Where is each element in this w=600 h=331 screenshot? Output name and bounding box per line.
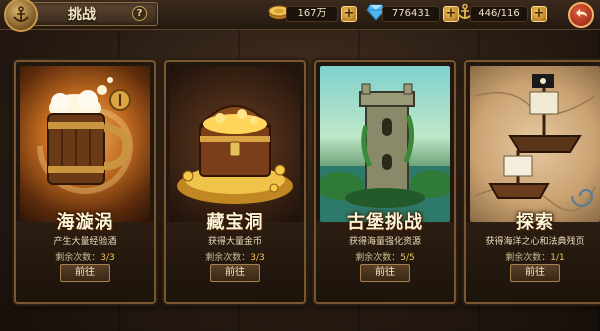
- go-button[interactable]: 前往: [210, 264, 260, 282]
- add-gold-button[interactable]: +: [341, 6, 357, 22]
- remaining-label: 剩余次数：: [205, 253, 251, 263]
- pirate-ship-illustration: [470, 66, 600, 222]
- anchor-resource: 446/116 +: [456, 3, 547, 24]
- card-description: 获得海量强化资源: [348, 237, 421, 247]
- card-title: 古堡挑战: [347, 212, 423, 233]
- page-title: 挑战: [68, 7, 96, 23]
- card-description: 获得大量金币: [207, 237, 262, 247]
- beer-mug-illustration: [20, 66, 150, 222]
- challenge-card-vortex[interactable]: 海漩涡 产生大量经验酒 剩余次数：3/3 前往: [14, 60, 156, 304]
- gold-resource: 167万 +: [268, 4, 357, 24]
- card-description: 获得海洋之心和法典残页: [485, 237, 585, 247]
- remaining-label: 剩余次数：: [355, 253, 401, 263]
- back-arrow-icon: [576, 9, 587, 17]
- add-anchor-button[interactable]: +: [531, 6, 547, 22]
- gold-value: 167万: [286, 6, 338, 22]
- card-description: 产生大量经验酒: [53, 237, 117, 247]
- help-button[interactable]: ?: [132, 6, 147, 21]
- remaining-label: 剩余次数：: [505, 253, 551, 263]
- remaining-attempts: 剩余次数：3/3: [166, 250, 304, 263]
- remaining-attempts: 剩余次数：5/5: [316, 250, 454, 263]
- remaining-count: 3/3: [100, 253, 115, 263]
- diamond-resource: 776431 +: [366, 4, 459, 24]
- back-button[interactable]: [568, 2, 594, 28]
- card-title: 探索: [516, 212, 554, 233]
- anchor-emblem-icon: [4, 0, 38, 32]
- remaining-attempts: 剩余次数：1/1: [466, 250, 600, 263]
- challenge-card-explore[interactable]: 探索 获得海洋之心和法典残页 剩余次数：1/1 前往: [464, 60, 600, 304]
- challenge-card-castle[interactable]: 古堡挑战 获得海量强化资源 剩余次数：5/5 前往: [314, 60, 456, 304]
- ancient-castle-illustration: [320, 66, 450, 222]
- card-title: 海漩涡: [56, 212, 114, 233]
- remaining-attempts: 剩余次数：3/3: [16, 250, 154, 263]
- go-button[interactable]: 前往: [510, 264, 560, 282]
- go-button[interactable]: 前往: [60, 264, 110, 282]
- anchor-value: 446/116: [470, 6, 528, 22]
- remaining-label: 剩余次数：: [55, 253, 101, 263]
- treasure-chest-illustration: [170, 66, 300, 222]
- challenge-card-treasure-cave[interactable]: 藏宝洞 获得大量金币 剩余次数：3/3 前往: [164, 60, 306, 304]
- go-button[interactable]: 前往: [360, 264, 410, 282]
- diamond-value: 776431: [382, 6, 440, 22]
- remaining-count: 3/3: [250, 253, 265, 263]
- top-bar: 挑战 ? 167万 + 776431 + 446/116 +: [0, 0, 600, 32]
- remaining-count: 5/5: [400, 253, 415, 263]
- card-title: 藏宝洞: [206, 212, 264, 233]
- remaining-count: 1/1: [550, 253, 565, 263]
